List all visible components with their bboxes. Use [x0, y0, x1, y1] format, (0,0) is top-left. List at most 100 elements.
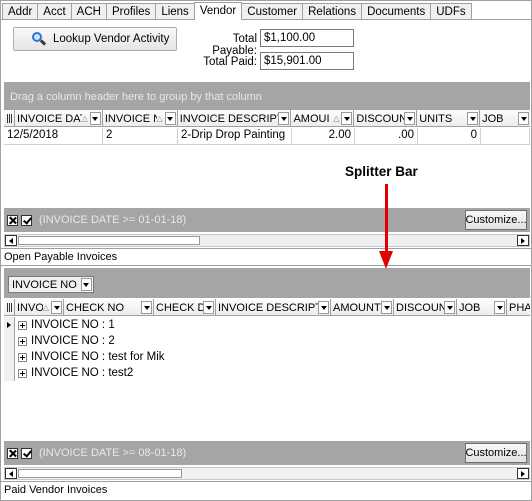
group-row[interactable]: INVOICE NO : test2: [4, 365, 133, 381]
col-check-no[interactable]: CHECK NO: [64, 299, 154, 315]
group-row-label: INVOICE NO : test for Mik: [31, 351, 165, 363]
tab-addr[interactable]: Addr: [2, 3, 39, 19]
filter-enabled-checkbox[interactable]: [21, 214, 32, 226]
scroll-left-icon[interactable]: [5, 235, 17, 246]
expand-plus-icon[interactable]: [18, 352, 27, 362]
magnifier-icon: [32, 32, 47, 46]
chevron-down-icon[interactable]: [404, 112, 416, 125]
filter-enabled-checkbox[interactable]: [21, 447, 32, 459]
section-divider: [1, 248, 532, 249]
current-row-icon: [7, 322, 11, 328]
scroll-left-icon[interactable]: [5, 468, 17, 479]
col-amount[interactable]: AMOUI △: [291, 110, 355, 126]
col-discount[interactable]: DISCOUN: [354, 110, 418, 126]
payable-header-row: INVOICE DATE△ INVOICE N△ INVOICE DESCRIP…: [4, 110, 530, 127]
expand-plus-icon[interactable]: [18, 336, 27, 346]
filter-text[interactable]: (INVOICE DATE >= 08-01-18): [39, 447, 186, 459]
col-amount[interactable]: AMOUNT: [331, 299, 394, 315]
col-invoice-date[interactable]: INVOICE D△: [15, 299, 64, 315]
group-by-panel[interactable]: Drag a column header here to group by th…: [4, 82, 530, 110]
payable-hscrollbar[interactable]: [4, 234, 530, 247]
group-row[interactable]: INVOICE NO : test for Mik: [4, 349, 165, 365]
column-chooser-icon[interactable]: [4, 110, 15, 126]
chevron-down-icon[interactable]: [141, 301, 152, 314]
cell-amount[interactable]: 2.00: [292, 128, 355, 145]
total-payable-field[interactable]: $1,100.00: [260, 29, 354, 47]
lookup-button-label: Lookup Vendor Activity: [53, 33, 170, 45]
tab-documents[interactable]: Documents: [361, 3, 432, 19]
chevron-down-icon[interactable]: [494, 301, 505, 314]
chevron-down-icon[interactable]: [381, 301, 392, 314]
chevron-down-icon[interactable]: [278, 112, 290, 125]
total-paid-field[interactable]: $15,901.00: [260, 52, 354, 70]
col-job[interactable]: JOB: [480, 110, 530, 126]
group-row-label: INVOICE NO : 2: [31, 335, 115, 347]
expand-plus-icon[interactable]: [18, 320, 27, 330]
lookup-vendor-activity-button[interactable]: Lookup Vendor Activity: [13, 27, 177, 51]
cell-units[interactable]: 0: [418, 128, 481, 145]
tab-acct[interactable]: Acct: [37, 3, 72, 19]
paid-vendor-caption: Paid Vendor Invoices: [4, 484, 108, 496]
cell-invoice-date[interactable]: 12/5/2018: [4, 128, 103, 145]
clear-filter-icon[interactable]: [7, 447, 18, 459]
group-by-hint: Drag a column header here to group by th…: [10, 91, 262, 103]
paid-hscrollbar[interactable]: [4, 467, 530, 480]
group-chip-invoice-no[interactable]: INVOICE NO: [8, 276, 94, 293]
payable-filter-bar: (INVOICE DATE >= 01-01-18) Customize...: [4, 208, 530, 232]
row-indicator: [4, 365, 15, 381]
expand-plus-icon[interactable]: [18, 368, 27, 378]
cell-invoice-no[interactable]: 2: [103, 128, 178, 145]
cell-invoice-description[interactable]: 2-Drip Drop Painting: [178, 128, 292, 145]
col-check-date[interactable]: CHECK DA: [154, 299, 216, 315]
customize-button[interactable]: Customize...: [465, 210, 527, 230]
chevron-down-icon[interactable]: [444, 301, 455, 314]
col-job[interactable]: JOB: [457, 299, 507, 315]
section-divider: [1, 481, 532, 482]
annotation-arrow-head-icon: [379, 251, 393, 269]
sort-icon: △: [81, 114, 88, 123]
chevron-down-icon[interactable]: [341, 112, 353, 125]
chevron-down-icon[interactable]: [51, 301, 62, 314]
tab-udfs[interactable]: UDFs: [430, 3, 472, 19]
clear-filter-icon[interactable]: [7, 214, 18, 226]
group-row-label: INVOICE NO : 1: [31, 319, 115, 331]
row-indicator: [4, 317, 15, 333]
col-units[interactable]: UNITS: [417, 110, 481, 126]
tab-ach[interactable]: ACH: [70, 3, 107, 19]
scroll-right-icon[interactable]: [517, 235, 529, 246]
chevron-down-icon[interactable]: [89, 112, 101, 125]
tab-customer[interactable]: Customer: [241, 3, 304, 19]
col-invoice-no[interactable]: INVOICE N △: [102, 110, 178, 126]
splitter-bar-annotation: Splitter Bar: [345, 164, 418, 179]
row-indicator: [4, 333, 15, 349]
chevron-down-icon[interactable]: [164, 112, 176, 125]
group-row[interactable]: INVOICE NO : 2: [4, 333, 115, 349]
chevron-down-icon[interactable]: [467, 112, 479, 125]
scroll-thumb[interactable]: [18, 236, 200, 245]
group-row[interactable]: INVOICE NO : 1: [4, 317, 115, 333]
col-invoice-description[interactable]: INVOICE DESCRIPTIO: [216, 299, 331, 315]
tab-liens[interactable]: Liens: [155, 3, 195, 19]
cell-job[interactable]: [481, 128, 530, 145]
table-row[interactable]: 12/5/2018 2 2-Drip Drop Painting 2.00 .0…: [4, 128, 530, 145]
chevron-down-icon[interactable]: [203, 301, 214, 314]
tab-vendor[interactable]: Vendor: [193, 2, 243, 20]
chevron-down-icon[interactable]: [518, 112, 529, 125]
col-invoice-date[interactable]: INVOICE DATE△: [15, 110, 103, 126]
chevron-down-icon[interactable]: [318, 301, 329, 314]
col-invoice-description[interactable]: INVOICE DESCRIPTIC: [177, 110, 292, 126]
scroll-right-icon[interactable]: [517, 468, 529, 479]
column-chooser-icon[interactable]: [4, 299, 15, 315]
col-phase[interactable]: PHA: [507, 299, 530, 315]
tab-relations[interactable]: Relations: [302, 3, 363, 19]
cell-discount[interactable]: .00: [355, 128, 418, 145]
scroll-thumb[interactable]: [18, 469, 182, 478]
customize-button[interactable]: Customize...: [465, 443, 527, 463]
col-discount[interactable]: DISCOUN: [394, 299, 457, 315]
filter-text[interactable]: (INVOICE DATE >= 01-01-18): [39, 214, 186, 226]
paid-filter-bar: (INVOICE DATE >= 08-01-18) Customize...: [4, 441, 530, 465]
tab-profiles[interactable]: Profiles: [105, 3, 157, 19]
splitter-bar[interactable]: [1, 265, 532, 266]
annotation-arrow-shaft: [385, 184, 388, 252]
chevron-down-icon[interactable]: [80, 278, 92, 291]
